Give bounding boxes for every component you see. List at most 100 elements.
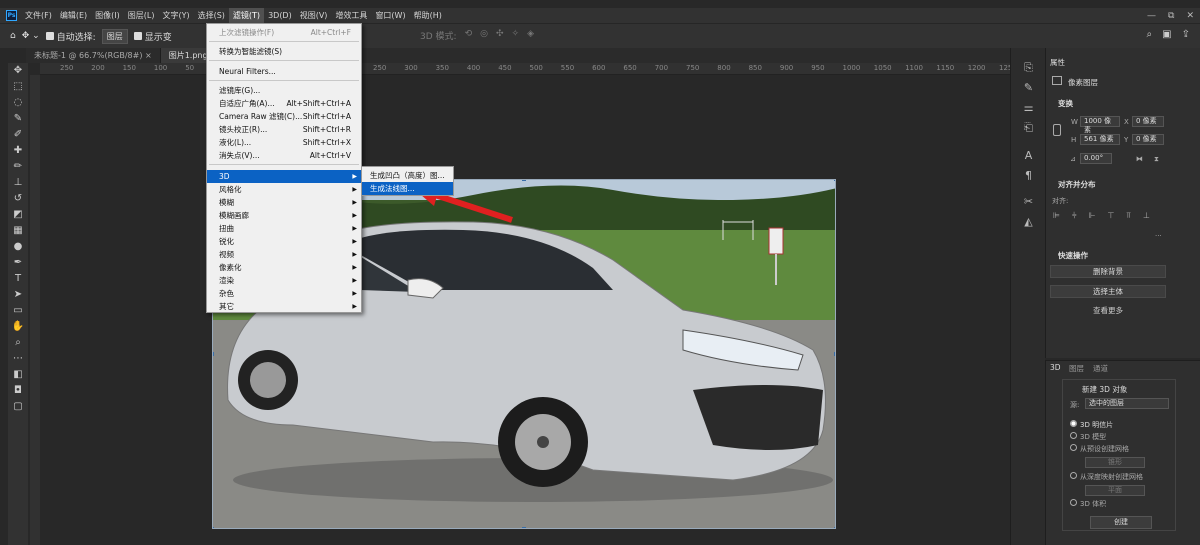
quick-mask-icon[interactable]: ◘	[8, 383, 28, 399]
tab-layers[interactable]: 图层	[1069, 363, 1084, 374]
color-swatches-icon[interactable]: ◧	[8, 367, 28, 383]
hand-tool-icon[interactable]: ✋	[8, 319, 28, 335]
align-hcenter-icon[interactable]: ⫩	[1072, 211, 1077, 221]
quick-actions-title[interactable]: 快速操作	[1058, 250, 1088, 261]
radio-3d-model[interactable]	[1070, 432, 1077, 439]
brush-settings-icon[interactable]: ✎	[1011, 78, 1046, 98]
slide-icon[interactable]: ✧	[512, 29, 520, 42]
quick-select-tool-icon[interactable]: ✎	[8, 111, 28, 127]
auto-select-checkbox[interactable]: 自动选择:	[45, 30, 96, 43]
tab-untitled[interactable]: 未标题-1 @ 66.7%(RGB/8#) ×	[26, 48, 161, 63]
tab-close-icon[interactable]: ×	[145, 51, 152, 60]
radio-3d-postcard[interactable]	[1070, 420, 1077, 427]
transform-handle[interactable]	[522, 180, 526, 181]
filter-menu-item[interactable]: 像素化 ▶	[207, 261, 361, 274]
menu-window[interactable]: 窗口(W)	[371, 8, 409, 23]
filter-menu-item[interactable]: 转换为智能滤镜(S)	[207, 45, 361, 58]
move-tool-icon[interactable]: ✥	[8, 63, 28, 79]
filter-menu-item[interactable]: 锐化 ▶	[207, 235, 361, 248]
home-icon[interactable]: ⌂	[10, 31, 16, 41]
filter-menu-item[interactable]: 滤镜库(G)...	[207, 84, 361, 97]
auto-select-dropdown[interactable]: 图层	[101, 28, 128, 44]
pan-icon[interactable]: ✣	[496, 29, 504, 42]
menu-image[interactable]: 图像(I)	[91, 8, 124, 23]
filter-menu-item[interactable]: 模糊 ▶	[207, 196, 361, 209]
transform-handle[interactable]	[834, 352, 835, 356]
filter-menu-item[interactable]: 消失点(V)... Alt+Ctrl+V	[207, 149, 361, 162]
more-tools-icon[interactable]: ⋯	[8, 351, 28, 367]
width-field[interactable]: 1000 像素	[1080, 116, 1120, 134]
search-icon[interactable]: ⌕	[1147, 29, 1153, 40]
filter-menu-item[interactable]: 模糊画廊 ▶	[207, 209, 361, 222]
gradient-tool-icon[interactable]: ▦	[8, 223, 28, 239]
history-brush-tool-icon[interactable]: ↺	[8, 191, 28, 207]
filter-menu-item[interactable]: 风格化 ▶	[207, 183, 361, 196]
link-icon[interactable]	[1053, 124, 1061, 136]
properties-tab[interactable]: 属性	[1050, 57, 1065, 68]
angle-field[interactable]: 0.00°	[1080, 153, 1112, 164]
dodge-tool-icon[interactable]: ●	[8, 239, 28, 255]
filter-menu-item[interactable]: 其它 ▶	[207, 300, 361, 313]
transform-section-title[interactable]: 变换	[1058, 98, 1073, 109]
clone-source-icon[interactable]: ⎗	[1011, 118, 1046, 138]
history-panel-icon[interactable]: ⎘	[1011, 58, 1046, 78]
menu-edit[interactable]: 编辑(E)	[56, 8, 91, 23]
filter-menu-item[interactable]: 自适应广角(A)... Alt+Shift+Ctrl+A	[207, 97, 361, 110]
radio-mesh-from-depth[interactable]	[1070, 472, 1077, 479]
stamp-tool-icon[interactable]: ⊥	[8, 175, 28, 191]
path-select-tool-icon[interactable]: ➤	[8, 287, 28, 303]
screen-mode-icon[interactable]: ▢	[8, 399, 28, 415]
brush-tool-icon[interactable]: ✏	[8, 159, 28, 175]
create-button[interactable]: 创建	[1090, 516, 1152, 529]
eyedropper-tool-icon[interactable]: ✐	[8, 127, 28, 143]
shape-tool-icon[interactable]: ▭	[8, 303, 28, 319]
healing-brush-tool-icon[interactable]: ✚	[8, 143, 28, 159]
tools-panel-icon[interactable]: ✂	[1011, 192, 1046, 212]
type-tool-icon[interactable]: T	[8, 271, 28, 287]
depth-mesh-dropdown[interactable]: 平面	[1085, 485, 1145, 496]
tab-channels[interactable]: 通道	[1093, 363, 1108, 374]
filter-menu-item[interactable]: 渲染 ▶	[207, 274, 361, 287]
filter-menu-item[interactable]: 液化(L)... Shift+Ctrl+X	[207, 136, 361, 149]
paragraph-panel-icon[interactable]: ¶	[1011, 166, 1046, 186]
x-field[interactable]: 0 像素	[1132, 116, 1164, 127]
y-field[interactable]: 0 像素	[1132, 134, 1164, 145]
menu-help[interactable]: 帮助(H)	[410, 8, 446, 23]
flip-vertical-icon[interactable]: ⧗	[1154, 155, 1159, 164]
menu-3d[interactable]: 3D(D)	[264, 8, 296, 23]
preset-mesh-dropdown[interactable]: 锥形	[1085, 457, 1145, 468]
filter-menu-item[interactable]: 上次滤镜操作(F) Alt+Ctrl+F	[207, 26, 361, 39]
marquee-tool-icon[interactable]: ⬚	[8, 79, 28, 95]
filter-menu-item[interactable]: 杂色 ▶	[207, 287, 361, 300]
menu-filter[interactable]: 滤镜(T)	[228, 8, 265, 23]
filter-menu-item[interactable]: 镜头校正(R)... Shift+Ctrl+R	[207, 123, 361, 136]
tab-3d[interactable]: 3D	[1050, 363, 1061, 372]
menu-type[interactable]: 文字(Y)	[158, 8, 193, 23]
menu-select[interactable]: 选择(S)	[194, 8, 229, 23]
view-more-link[interactable]: 查看更多	[1050, 305, 1166, 316]
height-field[interactable]: 561 像素	[1080, 134, 1120, 145]
transform-handle[interactable]	[213, 527, 214, 528]
scale-icon[interactable]: ◈	[527, 29, 534, 42]
transform-handle[interactable]	[834, 527, 835, 528]
zoom-tool-icon[interactable]: ⌕	[8, 335, 28, 351]
align-top-icon[interactable]: ⊤	[1108, 211, 1115, 221]
radio-3d-volume[interactable]	[1070, 499, 1077, 506]
share-icon[interactable]: ⇪	[1182, 29, 1190, 40]
close-icon[interactable]: ✕	[1186, 11, 1194, 21]
pen-tool-icon[interactable]: ✒	[8, 255, 28, 271]
align-section-title[interactable]: 对齐并分布	[1058, 179, 1096, 190]
show-transform-checkbox[interactable]: 显示变	[133, 30, 172, 43]
adjustments-icon[interactable]: ⚌	[1011, 98, 1046, 118]
select-subject-button[interactable]: 选择主体	[1050, 285, 1166, 298]
filter-menu-item[interactable]: 视频 ▶	[207, 248, 361, 261]
radio-mesh-from-preset[interactable]	[1070, 444, 1077, 451]
align-right-icon[interactable]: ⊩	[1089, 211, 1096, 221]
filter-menu-item[interactable]: Neural Filters...	[207, 65, 361, 78]
source-dropdown[interactable]: 选中的图层	[1085, 398, 1169, 409]
flip-horizontal-icon[interactable]: ⧓	[1136, 155, 1143, 163]
menu-view[interactable]: 视图(V)	[296, 8, 332, 23]
remove-background-button[interactable]: 删除背景	[1050, 265, 1166, 278]
workspace-icon[interactable]: ▣	[1162, 29, 1171, 40]
filter-menu-item[interactable]: Camera Raw 滤镜(C)... Shift+Ctrl+A	[207, 110, 361, 123]
